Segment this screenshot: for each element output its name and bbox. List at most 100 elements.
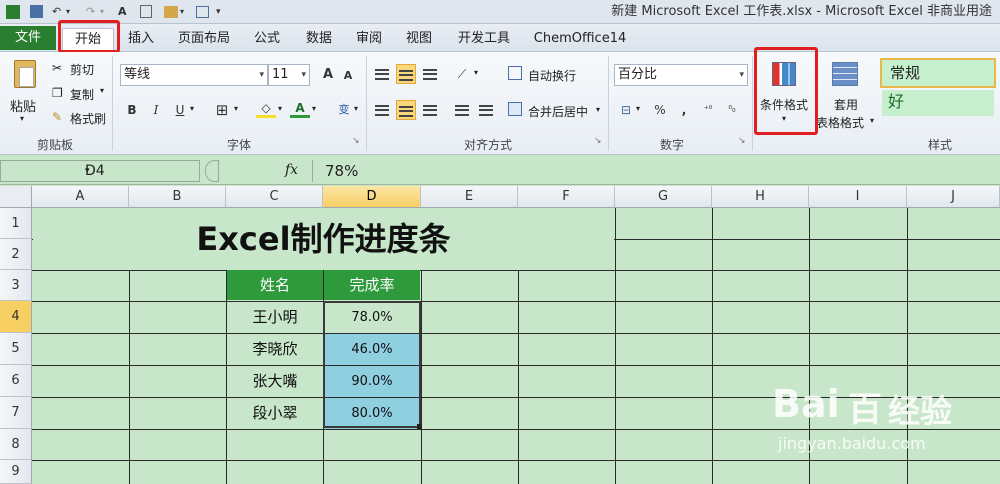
- row-header-6[interactable]: 6: [0, 365, 32, 397]
- redo-dropdown-icon[interactable]: ▾: [100, 4, 104, 20]
- name-cell[interactable]: 李晓欣: [227, 334, 323, 365]
- formula-input[interactable]: 78%: [312, 160, 1000, 182]
- format-table-dropdown-icon[interactable]: ▾: [870, 116, 874, 125]
- save-icon[interactable]: [30, 5, 43, 18]
- column-header-e[interactable]: E: [421, 186, 518, 208]
- format-as-table-label-1[interactable]: 套用: [834, 96, 858, 113]
- row-header-1[interactable]: 1: [0, 208, 32, 239]
- format-as-table-label-2[interactable]: 表格格式: [816, 114, 864, 131]
- wrap-text-button[interactable]: 自动换行: [528, 67, 576, 84]
- copy-button[interactable]: 复制: [70, 86, 94, 103]
- tab-chemoffice[interactable]: ChemOffice14: [528, 28, 632, 50]
- orientation-dropdown-icon[interactable]: ▾: [474, 68, 478, 77]
- format-as-table-icon[interactable]: [832, 62, 858, 86]
- borders-dropdown-icon[interactable]: ▾: [234, 104, 238, 113]
- phonetic-dropdown-icon[interactable]: ▾: [354, 104, 358, 113]
- column-header-i[interactable]: I: [809, 186, 907, 208]
- paste-icon[interactable]: [14, 60, 36, 88]
- paint-icon[interactable]: [164, 6, 178, 18]
- shrink-font-button[interactable]: A: [338, 66, 358, 86]
- undo-dropdown-icon[interactable]: ▾: [66, 4, 70, 20]
- insert-function-button[interactable]: fx: [285, 162, 298, 178]
- increase-indent-icon[interactable]: [476, 100, 496, 120]
- fill-color-icon[interactable]: ◇: [256, 98, 276, 118]
- paste-dropdown-icon[interactable]: ▾: [20, 114, 24, 123]
- align-center-icon[interactable]: [396, 100, 416, 120]
- font-dialog-launcher-icon[interactable]: ↘: [352, 136, 360, 146]
- undo-icon[interactable]: ↶: [52, 4, 61, 20]
- tab-file[interactable]: 文件: [0, 26, 56, 50]
- form-icon[interactable]: [196, 6, 209, 18]
- italic-button[interactable]: I: [146, 100, 166, 120]
- column-header-f[interactable]: F: [518, 186, 615, 208]
- borders-icon[interactable]: ⊞: [212, 100, 232, 120]
- percent-button[interactable]: %: [650, 100, 670, 120]
- rate-cell[interactable]: 46.0%: [324, 334, 420, 365]
- name-box[interactable]: D4 ▾: [0, 160, 200, 182]
- font-size-select[interactable]: 11 ▾: [268, 64, 310, 86]
- fill-dropdown-icon[interactable]: ▾: [278, 104, 282, 113]
- redo-icon[interactable]: ↷: [86, 4, 95, 20]
- row-header-9[interactable]: 9: [0, 460, 32, 484]
- increase-decimal-icon[interactable]: ⁺⁰: [698, 100, 718, 120]
- customize-qa-icon[interactable]: ▾: [216, 4, 221, 20]
- decrease-decimal-icon[interactable]: ⁰₀: [722, 100, 742, 120]
- print-preview-icon[interactable]: [140, 5, 152, 18]
- align-left-icon[interactable]: [372, 100, 392, 120]
- grow-font-button[interactable]: A: [318, 65, 338, 85]
- tab-formulas[interactable]: 公式: [246, 28, 288, 50]
- name-cell[interactable]: 段小翠: [227, 398, 323, 429]
- orientation-icon[interactable]: ⟋: [452, 64, 472, 84]
- row-header-7[interactable]: 7: [0, 397, 32, 429]
- qa-dropdown-icon[interactable]: ▾: [180, 4, 184, 20]
- column-header-h[interactable]: H: [712, 186, 809, 208]
- row-header-5[interactable]: 5: [0, 333, 32, 365]
- font-family-select[interactable]: 等线 ▾: [120, 64, 268, 86]
- fill-handle[interactable]: [417, 424, 422, 429]
- tab-view[interactable]: 视图: [398, 28, 440, 50]
- sheet-title[interactable]: Excel制作进度条: [33, 208, 614, 270]
- tab-developer[interactable]: 开发工具: [450, 28, 518, 50]
- tab-review[interactable]: 审阅: [348, 28, 390, 50]
- row-header-8[interactable]: 8: [0, 429, 32, 460]
- row-header-3[interactable]: 3: [0, 270, 32, 301]
- column-header-j[interactable]: J: [907, 186, 1000, 208]
- number-dialog-launcher-icon[interactable]: ↘: [738, 136, 746, 146]
- align-top-icon[interactable]: [372, 64, 392, 84]
- column-header-b[interactable]: B: [129, 186, 226, 208]
- style-normal[interactable]: 常规: [880, 58, 996, 88]
- bold-button[interactable]: B: [122, 100, 142, 120]
- merge-center-button[interactable]: 合并后居中: [528, 103, 588, 120]
- name-cell[interactable]: 张大嘴: [227, 366, 323, 397]
- rate-cell[interactable]: 80.0%: [324, 398, 420, 429]
- column-header-g[interactable]: G: [615, 186, 712, 208]
- decrease-indent-icon[interactable]: [452, 100, 472, 120]
- row-header-2[interactable]: 2: [0, 239, 32, 270]
- format-painter-button[interactable]: 格式刷: [70, 110, 106, 127]
- copy-dropdown-icon[interactable]: ▾: [100, 86, 104, 95]
- column-header-a[interactable]: A: [32, 186, 129, 208]
- tab-page-layout[interactable]: 页面布局: [170, 28, 238, 50]
- merge-dropdown-icon[interactable]: ▾: [596, 105, 600, 114]
- paste-button[interactable]: 粘贴: [10, 96, 36, 115]
- select-all-corner[interactable]: [0, 186, 32, 208]
- number-format-select[interactable]: 百分比 ▾: [614, 64, 748, 86]
- style-good[interactable]: 好: [882, 90, 994, 116]
- font-color-dropdown-icon[interactable]: ▾: [312, 104, 316, 113]
- expand-handle[interactable]: [205, 160, 219, 182]
- comma-button[interactable]: ,: [674, 100, 694, 120]
- rate-cell[interactable]: 78.0%: [324, 302, 420, 333]
- currency-icon[interactable]: ⊟: [616, 100, 636, 120]
- font-color-button[interactable]: A: [290, 98, 310, 118]
- align-middle-icon[interactable]: [396, 64, 416, 84]
- name-cell[interactable]: 王小明: [227, 302, 323, 333]
- header-name-cell[interactable]: 姓名: [227, 270, 323, 300]
- tab-insert[interactable]: 插入: [120, 28, 162, 50]
- align-right-icon[interactable]: [420, 100, 440, 120]
- cut-button[interactable]: 剪切: [70, 61, 94, 78]
- phonetic-button[interactable]: 变: [334, 100, 354, 120]
- alignment-dialog-launcher-icon[interactable]: ↘: [594, 136, 602, 146]
- font-grow-icon[interactable]: A: [118, 4, 127, 20]
- header-rate-cell[interactable]: 完成率: [324, 270, 420, 300]
- column-header-c[interactable]: C: [226, 186, 323, 208]
